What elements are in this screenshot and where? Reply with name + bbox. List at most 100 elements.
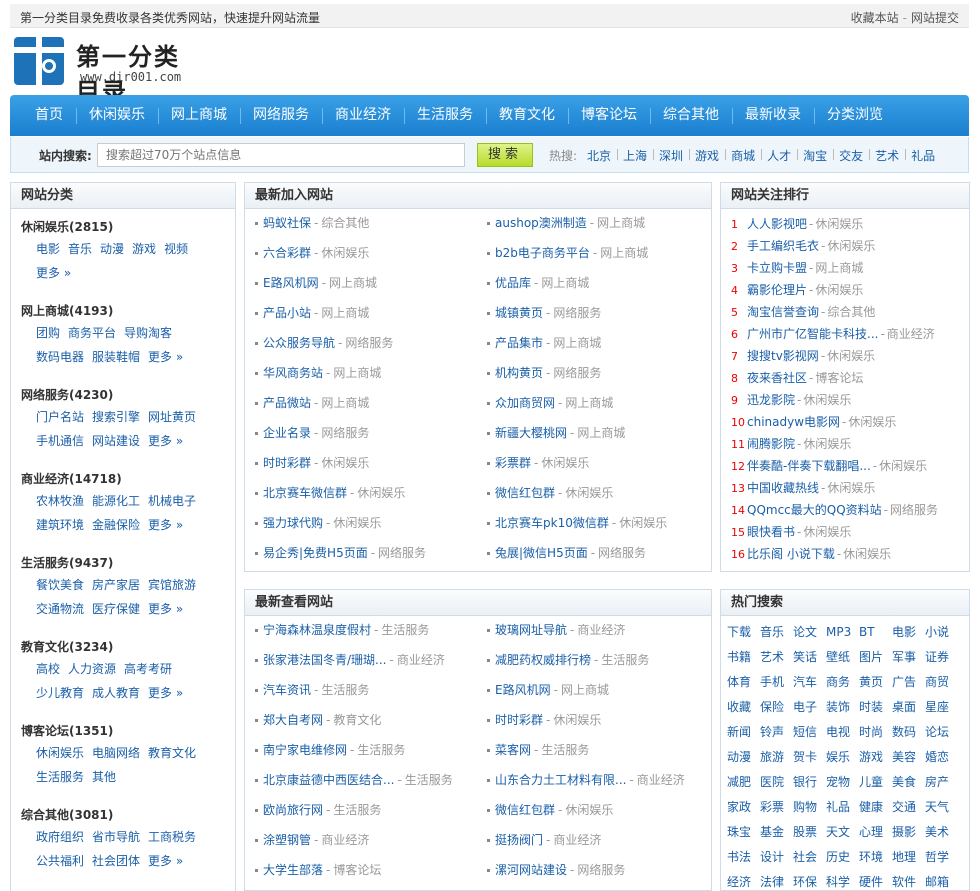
site-category-link[interactable]: 生活服务 <box>333 803 381 817</box>
hot-keyword-link[interactable]: 地理 <box>892 847 925 872</box>
hot-keyword-link[interactable]: 儿童 <box>859 772 892 797</box>
site-link[interactable]: 南宁家电维修网 <box>263 743 347 757</box>
hot-keyword-link[interactable]: 设计 <box>760 847 793 872</box>
site-link[interactable]: E路风机网 <box>495 683 551 697</box>
hot-keyword-link[interactable]: 礼品 <box>826 797 859 822</box>
category-link[interactable]: 电脑网络 <box>92 741 140 765</box>
category-title[interactable]: 休闲娱乐(2815) <box>21 217 235 237</box>
hot-keyword-link[interactable]: 电子 <box>793 697 826 722</box>
site-logo[interactable]: 第一分类目录 www.dir001.com <box>14 37 204 106</box>
category-link[interactable]: 政府组织 <box>36 825 84 849</box>
site-category-link[interactable]: 网上商城 <box>565 396 613 410</box>
nav-item[interactable]: 商业经济 <box>322 95 404 136</box>
category-link[interactable]: 高校 <box>36 657 60 681</box>
site-category-link[interactable]: 网上商城 <box>600 246 648 260</box>
hot-keyword-link[interactable]: 天气 <box>925 797 958 822</box>
hot-keyword-link[interactable]: 新闻 <box>727 722 760 747</box>
site-category-link[interactable]: 休闲娱乐 <box>321 246 369 260</box>
nav-item[interactable]: 博客论坛 <box>568 95 650 136</box>
rank-category-link[interactable]: 休闲娱乐 <box>879 459 927 473</box>
site-link[interactable]: 众加商贸网 <box>495 396 555 410</box>
rank-category-link[interactable]: 网络服务 <box>890 503 938 517</box>
site-link[interactable]: 公众服务导航 <box>263 336 335 350</box>
hot-keyword-link[interactable]: 美容 <box>892 747 925 772</box>
hot-keyword-link[interactable]: 购物 <box>793 797 826 822</box>
site-category-link[interactable]: 休闲娱乐 <box>553 713 601 727</box>
hot-keyword-link[interactable]: 珠宝 <box>727 822 760 847</box>
site-category-link[interactable]: 生活服务 <box>321 683 369 697</box>
nav-item[interactable]: 休闲娱乐 <box>76 95 158 136</box>
category-title[interactable]: 网上商城(4193) <box>21 301 235 321</box>
site-link[interactable]: 微信红包群 <box>495 486 555 500</box>
category-more-link[interactable]: 更多 » <box>148 597 183 621</box>
site-link[interactable]: 微信红包群 <box>495 803 555 817</box>
site-link[interactable]: 郑大自考网 <box>263 713 323 727</box>
site-category-link[interactable]: 休闲娱乐 <box>357 486 405 500</box>
site-link[interactable]: 山东合力土工材料有限... <box>495 773 626 787</box>
site-link[interactable]: 漯河网站建设 <box>495 863 567 877</box>
site-category-link[interactable]: 网上商城 <box>561 683 609 697</box>
site-link[interactable]: 机构黄页 <box>495 366 543 380</box>
category-title[interactable]: 网络服务(4230) <box>21 385 235 405</box>
hot-keyword-link[interactable]: 手机 <box>760 672 793 697</box>
category-link[interactable]: 金融保险 <box>92 513 140 537</box>
rank-site-link[interactable]: 人人影视吧 <box>747 217 807 231</box>
category-link[interactable]: 教育文化 <box>148 741 196 765</box>
site-category-link[interactable]: 网上商城 <box>553 336 601 350</box>
hot-keyword-link[interactable]: 房产 <box>925 772 958 797</box>
hot-keyword-link[interactable]: 数码 <box>892 722 925 747</box>
hot-keyword-link[interactable]: 装饰 <box>826 697 859 722</box>
site-category-link[interactable]: 教育文化 <box>333 713 381 727</box>
category-link[interactable]: 团购 <box>36 321 60 345</box>
nav-item[interactable]: 综合其他 <box>650 95 732 136</box>
category-link[interactable]: 农林牧渔 <box>36 489 84 513</box>
category-title[interactable]: 生活服务(9437) <box>21 553 235 573</box>
hot-search-link[interactable]: 人才 <box>761 147 797 164</box>
hot-keyword-link[interactable]: 交通 <box>892 797 925 822</box>
category-link[interactable]: 生活服务 <box>36 765 84 789</box>
category-link[interactable]: 能源化工 <box>92 489 140 513</box>
rank-category-link[interactable]: 休闲娱乐 <box>815 283 863 297</box>
site-link[interactable]: 兔展|微信H5页面 <box>495 546 588 560</box>
rank-category-link[interactable]: 网上商城 <box>815 261 863 275</box>
site-link[interactable]: 产品微站 <box>263 396 311 410</box>
hot-keyword-link[interactable]: 收藏 <box>727 697 760 722</box>
hot-search-link[interactable]: 淘宝 <box>797 147 833 164</box>
hot-keyword-link[interactable]: 书籍 <box>727 647 760 672</box>
nav-item[interactable]: 首页 <box>22 95 76 136</box>
site-category-link[interactable]: 博客论坛 <box>333 863 381 877</box>
category-link[interactable]: 游戏 <box>132 237 156 261</box>
hot-keyword-link[interactable]: 经济 <box>727 872 760 891</box>
category-title[interactable]: 博客论坛(1351) <box>21 721 235 741</box>
hot-keyword-link[interactable]: 彩票 <box>760 797 793 822</box>
site-link[interactable]: 玻璃网址导航 <box>495 623 567 637</box>
hot-keyword-link[interactable]: 铃声 <box>760 722 793 747</box>
hot-keyword-link[interactable]: 保险 <box>760 697 793 722</box>
hot-keyword-link[interactable]: 电影 <box>892 622 925 647</box>
category-link[interactable]: 人力资源 <box>68 657 116 681</box>
nav-item[interactable]: 教育文化 <box>486 95 568 136</box>
hot-keyword-link[interactable]: 环保 <box>793 872 826 891</box>
hot-keyword-link[interactable]: 婚恋 <box>925 747 958 772</box>
site-link[interactable]: 大学生部落 <box>263 863 323 877</box>
rank-site-link[interactable]: 比乐阁 小说下载 <box>747 547 835 561</box>
category-link[interactable]: 工商税务 <box>148 825 196 849</box>
hot-keyword-link[interactable]: 商务 <box>826 672 859 697</box>
category-link[interactable]: 机械电子 <box>148 489 196 513</box>
site-category-link[interactable]: 网络服务 <box>553 366 601 380</box>
hot-keyword-link[interactable]: 下载 <box>727 622 760 647</box>
category-link[interactable]: 音乐 <box>68 237 92 261</box>
site-category-link[interactable]: 商业经济 <box>577 623 625 637</box>
rank-category-link[interactable]: 博客论坛 <box>815 371 863 385</box>
category-link[interactable]: 服装鞋帽 <box>92 345 140 369</box>
hot-keyword-link[interactable]: 书法 <box>727 847 760 872</box>
hot-search-link[interactable]: 深圳 <box>653 147 689 164</box>
rank-site-link[interactable]: QQmcc最大的QQ资料站 <box>747 503 882 517</box>
category-link[interactable]: 建筑环境 <box>36 513 84 537</box>
site-category-link[interactable]: 休闲娱乐 <box>565 803 613 817</box>
site-category-link[interactable]: 网上商城 <box>541 276 589 290</box>
site-link[interactable]: 北京赛车pk10微信群 <box>495 516 609 530</box>
site-link[interactable]: E路风机网 <box>263 276 319 290</box>
nav-item[interactable]: 分类浏览 <box>814 95 896 136</box>
hot-keyword-link[interactable]: 心理 <box>859 822 892 847</box>
